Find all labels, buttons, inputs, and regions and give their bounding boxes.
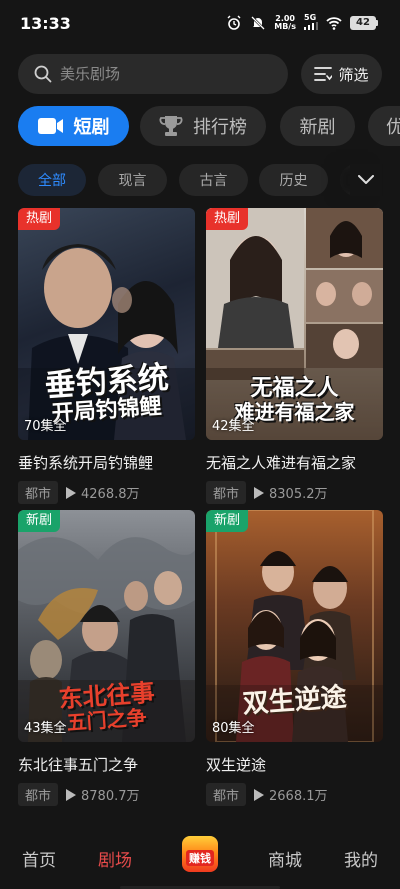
tab-ranking[interactable]: 排行榜 (140, 106, 266, 146)
view-count: 2668.1万 (254, 785, 328, 804)
drama-card[interactable]: 垂钓系统 开局钓锦鲤 热剧 70集全 垂钓系统开局钓锦鲤 都市 4268.8万 (18, 208, 195, 504)
search-icon (34, 65, 52, 83)
search-input[interactable] (60, 65, 260, 83)
drama-poster[interactable]: 垂钓系统 开局钓锦鲤 热剧 70集全 (18, 208, 195, 440)
net-speed: 2.00 MB/s (274, 14, 296, 31)
genre-tag: 都市 (206, 783, 247, 806)
episode-count: 43集全 (24, 721, 67, 736)
view-count: 8305.2万 (254, 483, 328, 502)
filter-list-icon (314, 67, 333, 81)
trophy-icon (159, 115, 183, 137)
view-count: 8780.7万 (66, 785, 140, 804)
video-camera-icon (37, 116, 64, 136)
battery-icon: 42 (350, 16, 378, 30)
alarm-icon (227, 15, 241, 30)
drama-meta: 都市 8780.7万 (18, 783, 195, 806)
tab-label: 排行榜 (193, 117, 247, 138)
new-badge: 新剧 (206, 510, 249, 532)
nav-mall[interactable]: 商城 (268, 846, 302, 871)
drama-meta: 都市 4268.8万 (18, 481, 195, 504)
view-count-value: 4268.8万 (81, 487, 140, 502)
drama-card[interactable]: 东北往事 五门之争 新剧 43集全 东北往事五门之争 都市 8780.7万 (18, 510, 195, 806)
hot-badge: 热剧 (206, 208, 249, 230)
drama-title[interactable]: 无福之人难进有福之家 (206, 452, 383, 473)
nav-mine[interactable]: 我的 (344, 846, 378, 871)
tab-label: 优 (386, 117, 400, 138)
chip-modern-romance[interactable]: 现言 (98, 164, 167, 196)
filter-label: 筛选 (338, 65, 369, 84)
tab-new-drama[interactable]: 新剧 (280, 106, 355, 146)
mute-bell-icon (251, 16, 266, 30)
drama-meta: 都市 2668.1万 (206, 783, 383, 806)
drama-title[interactable]: 双生逆途 (206, 754, 383, 775)
bottom-nav: 首页 剧场 赚钱 商城 我的 (0, 826, 400, 889)
view-count-value: 2668.1万 (269, 789, 328, 804)
genre-tag: 都市 (206, 481, 247, 504)
view-count-value: 8305.2万 (269, 487, 328, 502)
search-bar[interactable] (18, 54, 288, 94)
chip-all[interactable]: 全部 (18, 164, 86, 196)
play-icon (254, 788, 265, 801)
chip-label: 古言 (199, 173, 228, 189)
status-time: 13:33 (20, 14, 71, 33)
episode-count: 70集全 (24, 419, 67, 434)
drama-poster[interactable]: 无福之人 难进有福之家 热剧 42集全 (206, 208, 383, 440)
nav-home[interactable]: 首页 (22, 846, 56, 871)
tab-label: 短剧 (73, 117, 110, 138)
earn-label: 赚钱 (186, 850, 214, 866)
play-icon (254, 486, 265, 499)
tab-premium[interactable]: 优 (368, 106, 400, 146)
chevron-down-icon (358, 175, 374, 184)
genre-tag: 都市 (18, 783, 59, 806)
play-icon (66, 788, 77, 801)
hot-badge: 热剧 (18, 208, 61, 230)
drama-meta: 都市 8305.2万 (206, 481, 383, 504)
view-count: 4268.8万 (66, 483, 140, 502)
drama-poster[interactable]: 双生逆途 新剧 80集全 (206, 510, 383, 742)
play-icon (66, 486, 77, 499)
chip-label: 历史 (279, 173, 308, 189)
view-count-value: 8780.7万 (81, 789, 140, 804)
drama-card[interactable]: 双生逆途 新剧 80集全 双生逆途 都市 2668.1万 (206, 510, 383, 806)
chip-history[interactable]: 历史 (259, 164, 328, 196)
tab-short-drama[interactable]: 短剧 (18, 106, 129, 146)
genre-tag: 都市 (18, 481, 59, 504)
subcategory-chips: 全部 现言 古言 历史 (18, 164, 400, 196)
drama-title[interactable]: 东北往事五门之争 (18, 754, 195, 775)
tab-label: 新剧 (299, 117, 336, 138)
signal-5g-icon: 5G (304, 14, 318, 32)
chip-label: 现言 (118, 173, 147, 189)
category-tabs: 短剧 排行榜 新剧 优 (18, 106, 400, 146)
chip-label: 全部 (38, 173, 66, 189)
episode-count: 42集全 (212, 419, 255, 434)
wifi-icon (326, 17, 342, 30)
drama-title[interactable]: 垂钓系统开局钓锦鲤 (18, 452, 195, 473)
nav-earn-button[interactable]: 赚钱 (182, 836, 218, 872)
nav-theater[interactable]: 剧场 (98, 846, 132, 871)
status-bar: 13:33 2.00 MB/s 5G 42 (0, 0, 400, 48)
filter-button[interactable]: 筛选 (301, 54, 382, 94)
episode-count: 80集全 (212, 721, 255, 736)
new-badge: 新剧 (18, 510, 61, 532)
drama-poster[interactable]: 东北往事 五门之争 新剧 43集全 (18, 510, 195, 742)
expand-categories-button[interactable] (350, 164, 382, 196)
drama-card[interactable]: 无福之人 难进有福之家 热剧 42集全 无福之人难进有福之家 都市 8305.2… (206, 208, 383, 504)
chip-ancient-romance[interactable]: 古言 (179, 164, 248, 196)
status-icons: 2.00 MB/s 5G 42 (226, 14, 378, 32)
